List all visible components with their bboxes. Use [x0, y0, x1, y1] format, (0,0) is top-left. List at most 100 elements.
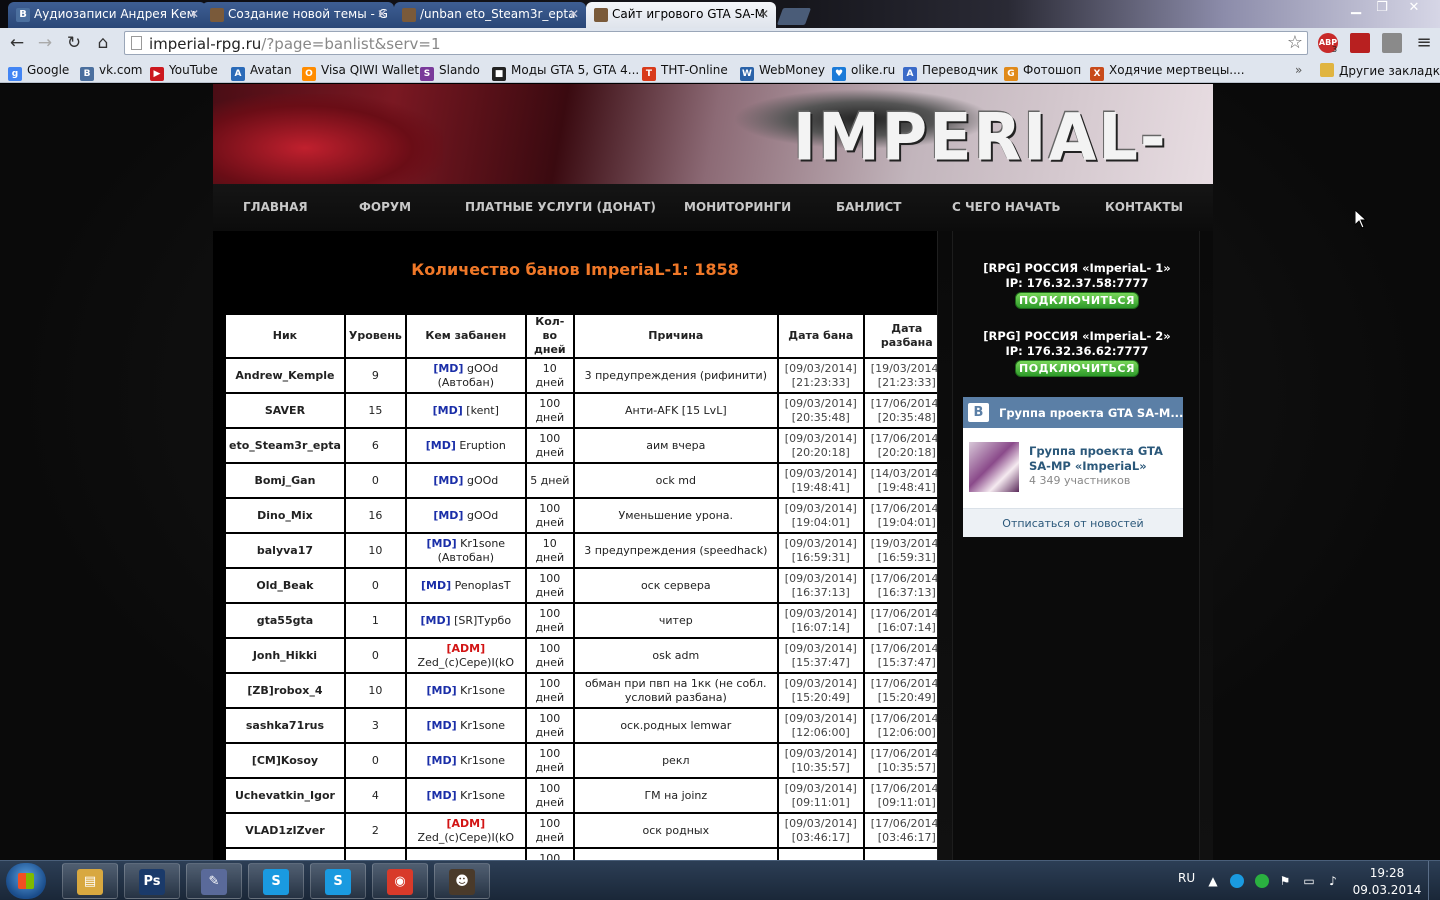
bookmark-slando[interactable]: S Slando [420, 63, 480, 81]
minimize-icon[interactable]: ▁ [1346, 0, 1366, 18]
bookmark-youtube[interactable]: ▶ YouTube [150, 63, 218, 81]
cell-reason: оск.родных lemwar [572, 707, 779, 744]
bookmark-webmoney[interactable]: W WebMoney [740, 63, 825, 81]
tray-skype-icon[interactable] [1230, 874, 1244, 888]
bookmark-gta-mods[interactable]: ■ Моды GTA 5, GTA 4... [492, 63, 639, 81]
nav-forum[interactable]: ФОРУМ [359, 200, 411, 214]
cell-nick: balyva17 [224, 532, 346, 569]
home-icon[interactable]: ⌂ [92, 32, 114, 54]
start-button[interactable] [6, 863, 46, 899]
language-indicator[interactable]: RU [1178, 871, 1195, 885]
col-banned-by: Кем забанен [404, 313, 527, 359]
cell-reason: обман при пвп на 1кк (не собл. условий р… [572, 672, 779, 709]
taskbar-chrome[interactable]: ◉ [372, 863, 428, 899]
vk-logo-icon: В [968, 403, 989, 422]
server-2-connect-button[interactable]: ПОДКЛЮЧИТЬСЯ [1015, 360, 1139, 377]
bookmark-google[interactable]: g Google [8, 63, 69, 81]
nav-donate[interactable]: ПЛАТНЫЕ УСЛУГИ (ДОНАТ) [465, 200, 656, 214]
walking-dead-icon: Х [1090, 67, 1104, 81]
restore-icon[interactable]: ❐ [1372, 0, 1392, 18]
site-logo[interactable]: IMPERIAL-RPG [793, 98, 1213, 184]
other-bookmarks[interactable]: Другие закладки [1320, 63, 1440, 78]
cell-ban-date: [09/03/2014] [16:07:14] [776, 602, 865, 639]
cell-ban-date: [09/03/2014] [20:35:48] [776, 392, 865, 429]
forward-icon[interactable]: → [34, 32, 56, 54]
tab-vk-audio[interactable]: В Аудиозаписи Андрея Кем ✕ [8, 2, 206, 28]
system-clock[interactable]: 19:28 09.03.2014 [1352, 865, 1422, 899]
tab-label: Аудиозаписи Андрея Кем [34, 7, 196, 21]
tab-unban[interactable]: /unban eto_Steam3r_epta ✕ [394, 2, 586, 28]
google-icon: g [8, 67, 22, 81]
tab-new-topic[interactable]: Создание новой темы - G ✕ [202, 2, 394, 28]
vk-unsubscribe-button[interactable]: Отписаться от новостей [963, 508, 1183, 537]
close-tab-icon[interactable]: ✕ [189, 7, 199, 21]
show-desktop-button[interactable] [1428, 861, 1440, 900]
cell-ban-date: [09/03/2014] [12:06:00] [776, 707, 865, 744]
extension-red-icon[interactable] [1350, 33, 1370, 53]
close-tab-icon[interactable]: ✕ [377, 7, 387, 21]
paint-icon: ✎ [201, 869, 227, 895]
bookmark-qiwi[interactable]: O Visa QIWI Wallet [302, 63, 419, 81]
bookmark-star-icon[interactable]: ☆ [1287, 32, 1303, 53]
taskbar-photoshop[interactable]: Ps [124, 863, 180, 899]
taskbar-gta-sa[interactable]: ☻ [434, 863, 490, 899]
tray-update-icon[interactable] [1255, 874, 1269, 888]
reload-icon[interactable]: ↻ [63, 32, 85, 54]
vk-group-widget: В Группа проекта GTA SA-M... Группа прое… [963, 397, 1183, 537]
taskbar-skype[interactable]: S [248, 863, 304, 899]
bookmark-translate[interactable]: A Переводчик [903, 63, 998, 81]
cell-ban-date: [09/03/2014] [16:59:31] [776, 532, 865, 569]
nav-home[interactable]: ГЛАВНАЯ [243, 200, 308, 214]
close-tab-icon[interactable]: ✕ [759, 7, 769, 21]
vk-group-avatar[interactable] [969, 442, 1019, 492]
clock-time: 19:28 [1369, 866, 1405, 880]
table-header-row: Ник Уровень Кем забанен Кол-во дней Прич… [224, 313, 951, 359]
cell-level: 15 [343, 392, 407, 429]
server-2-name: [RPG] РОССИЯ «ImperiaL- 2» [983, 329, 1171, 343]
action-center-flag-icon[interactable]: ⚑ [1278, 874, 1292, 888]
cell-nick: [CM]Kosoy [224, 742, 346, 779]
cell-ban-date: [09/03/2014] [20:20:18] [776, 427, 865, 464]
new-tab-button[interactable] [776, 8, 812, 25]
tab-gta-site[interactable]: Сайт игрового GTA SA-M ✕ [586, 2, 776, 28]
network-icon[interactable]: ▭ [1302, 874, 1316, 888]
mouse-cursor-icon [1355, 210, 1367, 229]
address-bar[interactable]: imperial-rpg.ru/?page=banlist&serv=1 ☆ [124, 31, 1308, 55]
cell-level: 9 [343, 357, 407, 394]
bookmark-avatan[interactable]: A Avatan [231, 63, 292, 81]
vk-widget-header[interactable]: В Группа проекта GTA SA-M... [963, 397, 1183, 428]
nav-monitoring[interactable]: МОНИТОРИНГИ [684, 200, 791, 214]
bookmark-walking-dead[interactable]: Х Ходячие мертвецы.... [1090, 63, 1245, 81]
cell-days: 100 дней [524, 672, 575, 709]
taskbar-paint[interactable]: ✎ [186, 863, 242, 899]
back-icon[interactable]: ← [6, 32, 28, 54]
cell-reason: Уменьшение урона. [572, 497, 779, 534]
nav-banlist[interactable]: БАНЛИСТ [836, 200, 901, 214]
cell-nick: sashka71rus [224, 707, 346, 744]
table-row: [CM]Kosoy 0 [MD] Kr1sone 100 дней рекл [09/03… [224, 742, 951, 779]
bookmarks-overflow-icon[interactable]: » [1295, 63, 1302, 77]
skype-chat-icon: S [325, 869, 351, 895]
vk-group-name[interactable]: Группа проекта GTA SA-MP «ImperiaL» [1029, 444, 1174, 474]
bookmark-olike[interactable]: ♥ olike.ru [832, 63, 895, 81]
taskbar-skype-chat[interactable]: S [310, 863, 366, 899]
menu-icon[interactable]: ≡ [1413, 32, 1435, 54]
taskbar-explorer[interactable]: ▤ [62, 863, 118, 899]
explorer-icon: ▤ [77, 869, 103, 895]
nav-contacts[interactable]: КОНТАКТЫ [1105, 200, 1183, 214]
close-window-icon[interactable]: ✕ [1402, 0, 1426, 18]
bookmark-vk[interactable]: Вvk.com [80, 63, 143, 81]
volume-icon[interactable]: ♪ [1326, 874, 1340, 888]
bookmark-tnt[interactable]: T ТНТ-Online [642, 63, 728, 81]
tab-label: Сайт игрового GTA SA-M [612, 7, 766, 21]
bookmark-photoshop[interactable]: G Фотошоп [1004, 63, 1081, 81]
url-text[interactable]: imperial-rpg.ru/?page=banlist&serv=1 [149, 35, 441, 53]
server-1-connect-button[interactable]: ПОДКЛЮЧИТЬСЯ [1015, 292, 1139, 309]
nav-getting-started[interactable]: С ЧЕГО НАЧАТЬ [952, 200, 1061, 214]
cell-nick: ChurChella [224, 847, 346, 860]
extension-chart-icon[interactable] [1382, 33, 1402, 53]
tray-expand-icon[interactable]: ▲ [1206, 874, 1220, 888]
table-row: VLAD1zIZver 2 [ADM] Zed_(c)Cepe)I(kO 100 дн… [224, 812, 951, 849]
bookmark-label: Visa QIWI Wallet [321, 63, 420, 77]
close-tab-icon[interactable]: ✕ [569, 7, 579, 21]
